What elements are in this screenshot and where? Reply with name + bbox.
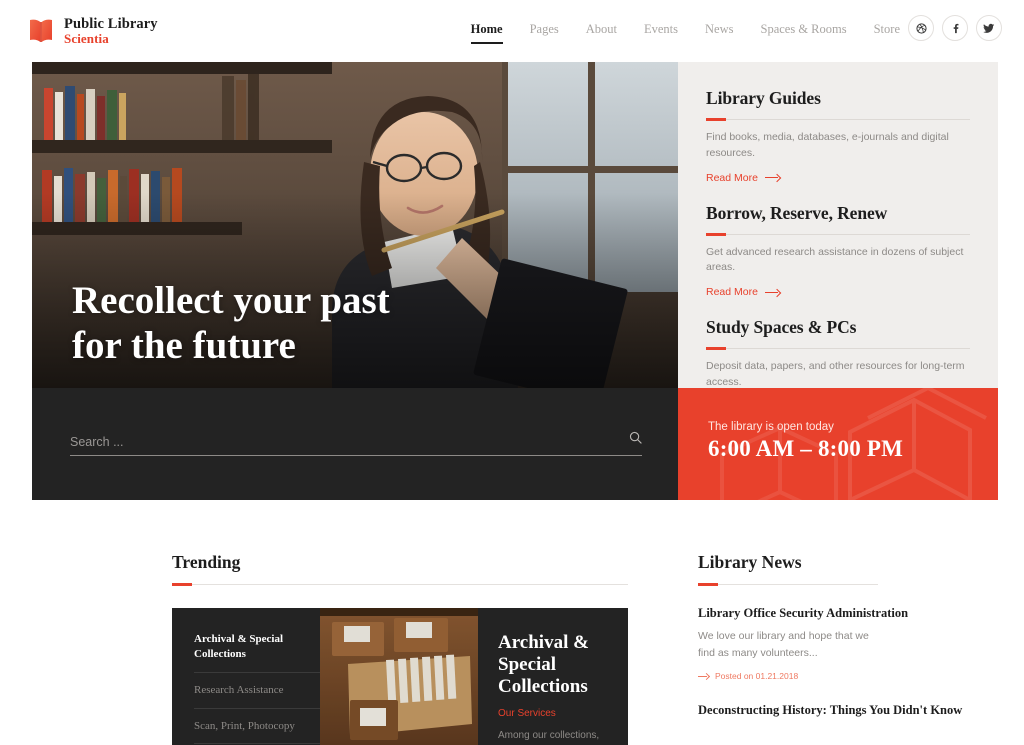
site-header: Public Library Scientia Home Pages About…	[0, 0, 1024, 62]
news-item-date[interactable]: Posted on 01.21.2018	[698, 671, 798, 681]
guide-description: Get advanced research assistance in doze…	[706, 245, 964, 274]
read-more-link[interactable]: Read More	[706, 172, 780, 184]
trending-card: Archival & Special Collections Research …	[172, 608, 628, 745]
read-more-label: Read More	[706, 286, 758, 298]
hours-time: 6:00 AM – 8:00 PM	[708, 436, 904, 461]
trending-tab-list: Archival & Special Collections Research …	[172, 608, 320, 745]
trending-panel-kicker[interactable]: Our Services	[498, 708, 610, 719]
library-guides-sidebar: Library Guides Find books, media, databa…	[678, 62, 998, 413]
trending-panel-text: Among our collections, you	[498, 730, 600, 742]
tab-research-assistance[interactable]: Research Assistance	[194, 673, 320, 709]
guide-divider	[706, 347, 970, 350]
news-divider	[698, 583, 878, 586]
guide-divider	[706, 118, 970, 121]
news-item-title[interactable]: Library Office Security Administration	[698, 605, 998, 622]
facebook-icon[interactable]	[942, 15, 968, 41]
open-book-icon	[28, 17, 54, 45]
hero-title-line2: for the future	[72, 323, 296, 367]
search-input[interactable]	[70, 435, 629, 449]
nav-item-spaces-rooms[interactable]: Spaces & Rooms	[761, 22, 847, 42]
nav-item-events[interactable]: Events	[644, 22, 678, 42]
brand-logo[interactable]: Public Library Scientia	[28, 16, 158, 47]
news-section-header: Library News	[698, 552, 878, 586]
dribbble-icon[interactable]	[908, 15, 934, 41]
guide-card: Library Guides Find books, media, databa…	[706, 88, 970, 186]
guide-divider	[706, 232, 970, 236]
search-icon[interactable]	[629, 431, 642, 449]
arrow-right-icon	[698, 673, 709, 679]
trending-panel-body: Archival & Special Collections Our Servi…	[478, 608, 628, 745]
trending-title: Trending	[172, 552, 241, 572]
guide-title: Library Guides	[706, 88, 821, 108]
social-links	[908, 15, 1002, 41]
guide-description: Deposit data, papers, and other resource…	[706, 360, 965, 388]
search-field-wrapper[interactable]	[70, 431, 642, 456]
news-item-date-label: Posted on 01.21.2018	[715, 671, 799, 682]
nav-item-store[interactable]: Store	[874, 22, 900, 42]
hero-title: Recollect your past for the future	[72, 279, 390, 368]
brand-title: Public Library	[64, 15, 158, 32]
hours-label: The library is open today	[708, 421, 834, 433]
trending-section-header: Trending	[172, 552, 628, 586]
news-item-title[interactable]: Deconstructing History: Things You Didn'…	[698, 702, 998, 719]
opening-hours-panel: The library is open today 6:00 AM – 8:00…	[678, 388, 998, 500]
guide-title: Study Spaces & PCs	[706, 317, 857, 337]
guide-card: Borrow, Reserve, Renew Get advanced rese…	[706, 203, 970, 301]
arrow-right-icon	[764, 174, 780, 181]
read-more-label: Read More	[706, 171, 758, 184]
news-item: Deconstructing History: Things You Didn'…	[698, 702, 998, 719]
hero-title-line1: Recollect your past	[72, 279, 390, 323]
trending-panel-title: Archival & Special Collections	[498, 632, 589, 698]
trending-photo	[320, 608, 478, 745]
nav-item-pages[interactable]: Pages	[530, 22, 559, 42]
twitter-icon[interactable]	[976, 15, 1002, 41]
brand-subtitle: Scientia	[64, 30, 109, 46]
search-panel	[32, 388, 678, 500]
news-list: Library Office Security Administration W…	[698, 605, 998, 737]
arrow-right-icon	[764, 289, 780, 296]
news-item-excerpt: We love our library and hope that we fin…	[698, 629, 869, 659]
tab-scan-print-photocopy[interactable]: Scan, Print, Photocopy	[194, 709, 320, 745]
news-item: Library Office Security Administration W…	[698, 605, 998, 684]
hero-banner: Recollect your past for the future	[32, 62, 678, 388]
nav-item-news[interactable]: News	[705, 22, 733, 42]
main-nav: Home Pages About Events News Spaces & Ro…	[470, 22, 900, 44]
nav-item-home[interactable]: Home	[470, 22, 503, 44]
nav-item-about[interactable]: About	[586, 22, 617, 42]
page-root: Public Library Scientia Home Pages About…	[0, 0, 1024, 745]
news-title: Library News	[698, 552, 802, 572]
trending-divider	[172, 583, 628, 586]
tab-archival-special-collections[interactable]: Archival & Special Collections	[194, 632, 320, 673]
read-more-link[interactable]: Read More	[706, 286, 780, 298]
guide-description: Find books, media, databases, e-journals…	[706, 131, 949, 159]
guide-title: Borrow, Reserve, Renew	[706, 202, 888, 223]
